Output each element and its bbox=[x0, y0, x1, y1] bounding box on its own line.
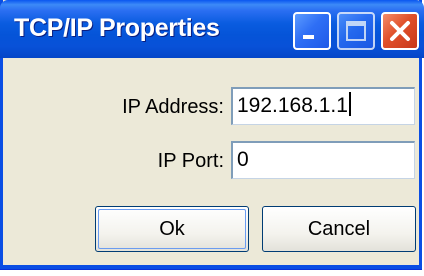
ip-address-label: IP Address: bbox=[122, 96, 224, 118]
window-bottom-border bbox=[1, 265, 421, 269]
cancel-button-label: Cancel bbox=[307, 218, 371, 240]
ip-port-label: IP Port: bbox=[157, 150, 224, 172]
ok-button-label: Ok bbox=[159, 218, 185, 240]
ip-port-value: 0 bbox=[237, 148, 249, 171]
ip-address-value: 192.168.1.1 bbox=[237, 94, 348, 117]
ip-address-input[interactable]: 192.168.1.1 bbox=[231, 87, 415, 125]
minimize-icon bbox=[303, 35, 314, 39]
cancel-button[interactable]: Cancel bbox=[262, 206, 416, 252]
maximize-icon bbox=[346, 21, 366, 41]
close-button[interactable] bbox=[381, 12, 419, 50]
minimize-button[interactable] bbox=[293, 12, 331, 50]
window-title: TCP/IP Properties bbox=[14, 14, 220, 42]
close-icon bbox=[390, 21, 410, 41]
text-caret bbox=[348, 92, 351, 117]
maximize-button[interactable] bbox=[337, 12, 375, 50]
ip-port-input[interactable]: 0 bbox=[231, 141, 415, 179]
ok-button[interactable]: Ok bbox=[95, 206, 249, 252]
titlebar[interactable]: TCP/IP Properties bbox=[0, 0, 424, 58]
